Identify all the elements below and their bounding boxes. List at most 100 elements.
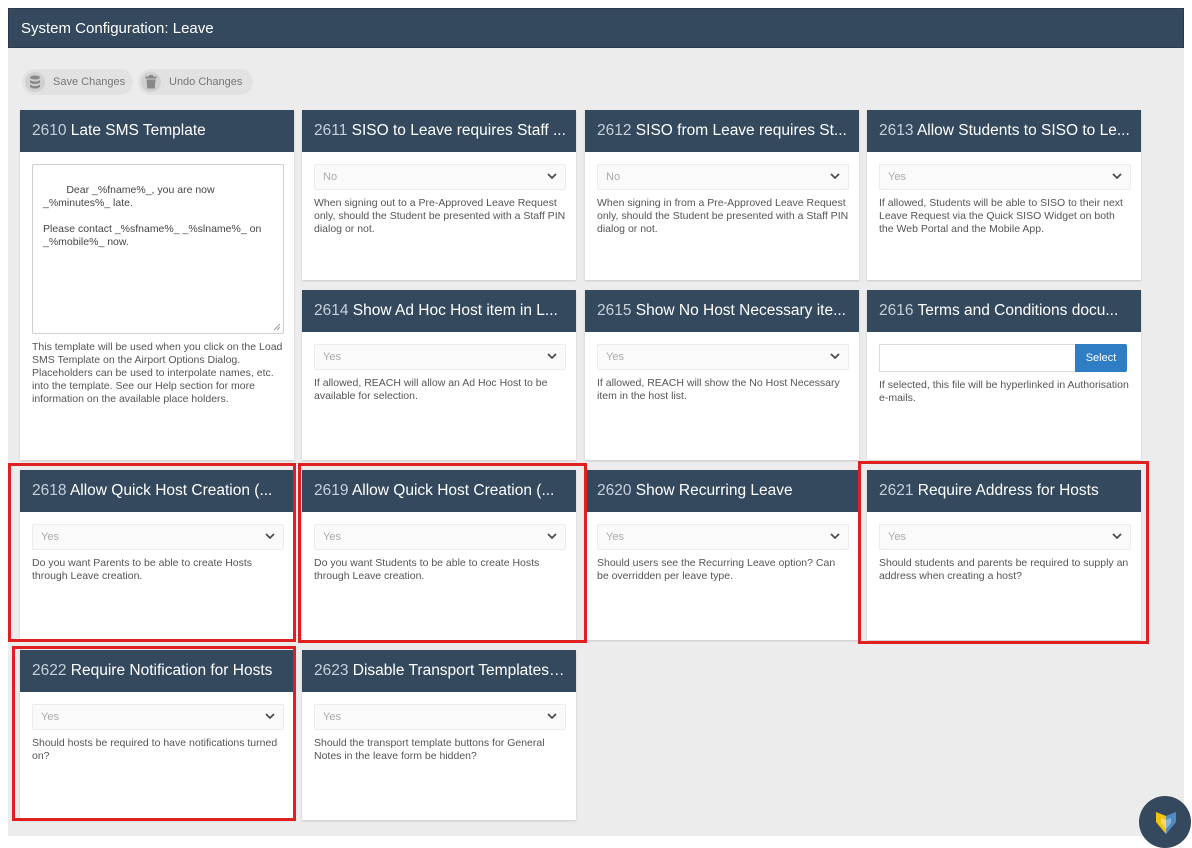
help-widget-icon [1156, 812, 1176, 834]
card-title: 2619 Allow Quick Host Creation (... [302, 470, 576, 512]
setting-card-2612: 2612 SISO from Leave requires St... No W… [585, 110, 859, 280]
setting-title: Show Recurring Leave [635, 482, 793, 499]
setting-select[interactable]: Yes [597, 524, 849, 550]
card-title: 2620 Show Recurring Leave [585, 470, 859, 512]
setting-title: SISO from Leave requires St... [635, 122, 847, 139]
setting-number: 2616 [879, 302, 914, 319]
setting-title: Late SMS Template [70, 122, 206, 139]
file-input[interactable] [879, 344, 1075, 372]
setting-card-2611: 2611 SISO to Leave requires Staff ... No… [302, 110, 576, 280]
card-title: 2623 Disable Transport Templates ... [302, 650, 576, 692]
setting-select[interactable]: Yes [314, 524, 566, 550]
setting-title: Disable Transport Templates ... [352, 662, 567, 679]
select-file-button[interactable]: Select [1075, 344, 1127, 372]
setting-card-2623: 2623 Disable Transport Templates ... Yes… [302, 650, 576, 820]
setting-description: Do you want Parents to be able to create… [32, 557, 253, 582]
setting-number: 2610 [32, 122, 67, 139]
card-title: 2616 Terms and Conditions docu... [867, 290, 1141, 332]
chevron-down-icon [547, 353, 557, 360]
help-widget-button[interactable] [1139, 796, 1191, 848]
setting-number: 2622 [32, 662, 67, 679]
sms-template-textarea[interactable]: Dear _%fname%_, you are now _%minutes%_ … [32, 164, 284, 334]
setting-number: 2612 [597, 122, 632, 139]
setting-description: If allowed, REACH will show the No Host … [597, 377, 840, 402]
setting-number: 2621 [879, 482, 914, 499]
chevron-down-icon [547, 713, 557, 720]
setting-description: Should the transport template buttons fo… [314, 737, 545, 762]
card-title: 2618 Allow Quick Host Creation (... [20, 470, 294, 512]
setting-select[interactable]: Yes [879, 164, 1131, 190]
setting-description: If allowed, Students will be able to SIS… [879, 197, 1123, 235]
card-title: 2615 Show No Host Necessary ite... [585, 290, 859, 332]
select-value: Yes [323, 531, 341, 543]
setting-number: 2618 [32, 482, 67, 499]
setting-title: Allow Quick Host Creation (... [351, 482, 555, 499]
resize-grip-icon[interactable] [273, 323, 281, 331]
setting-title: SISO to Leave requires Staff ... [351, 122, 566, 139]
database-icon [25, 72, 45, 92]
chevron-down-icon [547, 173, 557, 180]
setting-select[interactable]: No [597, 164, 849, 190]
trash-icon [141, 72, 161, 92]
setting-title: Allow Students to SISO to Le... [916, 122, 1130, 139]
chevron-down-icon [265, 713, 275, 720]
card-title: 2610 Late SMS Template [20, 110, 294, 152]
setting-description: This template will be used when you clic… [32, 341, 283, 405]
setting-card-2620: 2620 Show Recurring Leave Yes Should use… [585, 470, 859, 640]
card-title: 2612 SISO from Leave requires St... [585, 110, 859, 152]
setting-description: When signing in from a Pre-Approved Leav… [597, 197, 849, 235]
setting-description: Should users see the Recurring Leave opt… [597, 557, 836, 582]
setting-number: 2620 [597, 482, 632, 499]
undo-button[interactable]: Undo Changes [138, 69, 253, 95]
chevron-down-icon [830, 353, 840, 360]
setting-description: When signing out to a Pre-Approved Leave… [314, 197, 566, 235]
setting-title: Require Notification for Hosts [70, 662, 273, 679]
setting-card-2614: 2614 Show Ad Hoc Host item in L... Yes I… [302, 290, 576, 460]
chevron-down-icon [830, 173, 840, 180]
setting-number: 2623 [314, 662, 349, 679]
select-value: Yes [323, 351, 341, 363]
setting-select[interactable]: Yes [32, 704, 284, 730]
setting-card-2610: 2610 Late SMS Template Dear _%fname%_, y… [20, 110, 294, 460]
page-title: System Configuration: Leave [8, 8, 1184, 48]
select-value: Yes [606, 351, 624, 363]
setting-card-2622: 2622 Require Notification for Hosts Yes … [20, 650, 294, 820]
setting-description: Should hosts be required to have notific… [32, 737, 278, 762]
select-value: Yes [888, 531, 906, 543]
setting-card-2621: 2621 Require Address for Hosts Yes Shoul… [867, 470, 1141, 640]
select-value: Yes [41, 711, 59, 723]
setting-title: Allow Quick Host Creation (... [69, 482, 273, 499]
setting-card-2619: 2619 Allow Quick Host Creation (... Yes … [302, 470, 576, 640]
card-title: 2613 Allow Students to SISO to Le... [867, 110, 1141, 152]
setting-card-2618: 2618 Allow Quick Host Creation (... Yes … [20, 470, 294, 640]
setting-select[interactable]: Yes [879, 524, 1131, 550]
card-title: 2614 Show Ad Hoc Host item in L... [302, 290, 576, 332]
select-value: Yes [41, 531, 59, 543]
setting-title: Show Ad Hoc Host item in L... [352, 302, 558, 319]
setting-number: 2611 [314, 122, 348, 139]
file-picker: Select [879, 344, 1131, 372]
chevron-down-icon [1112, 173, 1122, 180]
card-title: 2621 Require Address for Hosts [867, 470, 1141, 512]
setting-description: If selected, this file will be hyperlink… [879, 379, 1129, 404]
setting-number: 2614 [314, 302, 349, 319]
setting-select[interactable]: Yes [314, 344, 566, 370]
save-button[interactable]: Save Changes [22, 69, 133, 95]
chevron-down-icon [547, 533, 557, 540]
select-value: No [606, 171, 621, 183]
setting-card-2613: 2613 Allow Students to SISO to Le... Yes… [867, 110, 1141, 280]
sms-template-text: Dear _%fname%_, you are now _%minutes%_ … [43, 184, 262, 248]
save-button-label: Save Changes [53, 76, 126, 88]
setting-select[interactable]: Yes [314, 704, 566, 730]
page: System Configuration: Leave Save Changes… [8, 8, 1184, 836]
setting-select[interactable]: No [314, 164, 566, 190]
setting-number: 2615 [597, 302, 632, 319]
setting-select[interactable]: Yes [597, 344, 849, 370]
select-value: No [323, 171, 338, 183]
select-value: Yes [888, 171, 906, 183]
setting-select[interactable]: Yes [32, 524, 284, 550]
card-title: 2622 Require Notification for Hosts [20, 650, 294, 692]
chevron-down-icon [265, 533, 275, 540]
card-title: 2611 SISO to Leave requires Staff ... [302, 110, 576, 152]
setting-card-2616: 2616 Terms and Conditions docu... Select… [867, 290, 1141, 460]
